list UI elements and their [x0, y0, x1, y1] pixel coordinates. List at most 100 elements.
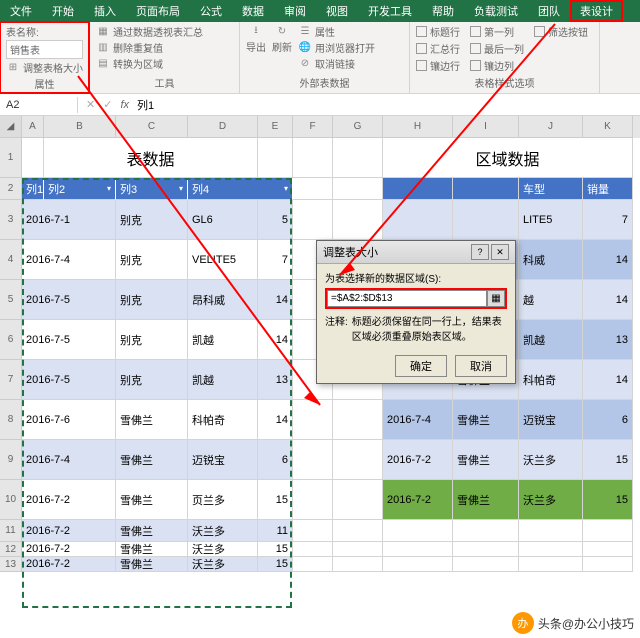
cell[interactable]: 凯越: [519, 320, 583, 360]
tab-review[interactable]: 审阅: [274, 0, 316, 22]
cell[interactable]: [333, 178, 383, 200]
cell[interactable]: [293, 520, 333, 542]
cell[interactable]: [383, 542, 453, 557]
cell[interactable]: 沃兰多: [188, 557, 258, 572]
cell[interactable]: [333, 542, 383, 557]
tab-home[interactable]: 开始: [42, 0, 84, 22]
cell[interactable]: 雪佛兰: [116, 542, 188, 557]
cell[interactable]: 15: [258, 557, 293, 572]
cell[interactable]: [293, 400, 333, 440]
close-icon[interactable]: ✕: [491, 244, 509, 260]
cell[interactable]: [293, 557, 333, 572]
cell[interactable]: 11: [258, 520, 293, 542]
help-icon[interactable]: ?: [471, 244, 489, 260]
cell[interactable]: [333, 520, 383, 542]
cell[interactable]: 2016-7-2: [22, 557, 116, 572]
open-browser[interactable]: 🌐用浏览器打开: [298, 40, 375, 55]
cell[interactable]: [293, 542, 333, 557]
cell[interactable]: [22, 138, 44, 178]
cell[interactable]: [293, 200, 333, 240]
cell[interactable]: 越: [519, 280, 583, 320]
cell[interactable]: 2016-7-2: [383, 440, 453, 480]
tab-help[interactable]: 帮助: [422, 0, 464, 22]
cell[interactable]: 15: [583, 440, 633, 480]
cell[interactable]: 14: [258, 280, 293, 320]
tab-view[interactable]: 视图: [316, 0, 358, 22]
row-header[interactable]: 3: [0, 200, 21, 240]
col-header[interactable]: A: [22, 116, 44, 138]
cell[interactable]: 别克: [116, 320, 188, 360]
formula-value[interactable]: 列1: [137, 97, 154, 113]
col-header[interactable]: K: [583, 116, 633, 138]
tab-loadtest[interactable]: 负载测试: [464, 0, 528, 22]
tab-formulas[interactable]: 公式: [190, 0, 232, 22]
cell[interactable]: 雪佛兰: [453, 480, 519, 520]
row-header[interactable]: 5: [0, 280, 21, 320]
cell[interactable]: [383, 520, 453, 542]
cell[interactable]: 2016-7-2: [22, 520, 116, 542]
cell[interactable]: [258, 138, 293, 178]
cancel-button[interactable]: 取消: [455, 355, 507, 377]
col-header[interactable]: D: [188, 116, 258, 138]
cell[interactable]: 别克: [116, 280, 188, 320]
cell[interactable]: 6: [258, 440, 293, 480]
row-header[interactable]: 10: [0, 480, 21, 520]
name-box[interactable]: A2: [0, 97, 78, 113]
dialog-titlebar[interactable]: 调整表大小 ? ✕: [317, 241, 515, 264]
cell[interactable]: [453, 557, 519, 572]
cell[interactable]: 7: [258, 240, 293, 280]
range-picker-icon[interactable]: ▦: [487, 290, 505, 307]
refresh-button[interactable]: ↻刷新: [272, 24, 292, 54]
cell[interactable]: 别克: [116, 200, 188, 240]
cell[interactable]: [583, 542, 633, 557]
tab-team[interactable]: 团队: [528, 0, 570, 22]
cell[interactable]: 14: [583, 280, 633, 320]
convert-range-button[interactable]: ▤转换为区域: [96, 56, 233, 71]
unlink[interactable]: ⊘取消链接: [298, 56, 375, 71]
cell[interactable]: [333, 200, 383, 240]
cell[interactable]: [293, 480, 333, 520]
tab-dev[interactable]: 开发工具: [358, 0, 422, 22]
cell[interactable]: [333, 440, 383, 480]
enter-icon[interactable]: ✓: [103, 98, 112, 111]
table-header[interactable]: 列2▾: [44, 178, 116, 200]
row-header[interactable]: 9: [0, 440, 21, 480]
table-header[interactable]: 列1▾: [22, 178, 44, 200]
cell[interactable]: 沃兰多: [188, 542, 258, 557]
cell[interactable]: 沃兰多: [519, 480, 583, 520]
cell[interactable]: [453, 542, 519, 557]
row-header[interactable]: 4: [0, 240, 21, 280]
cell[interactable]: 2016-7-2: [383, 480, 453, 520]
cell[interactable]: 2016-7-4: [383, 400, 453, 440]
cell[interactable]: [293, 440, 333, 480]
remove-dup-button[interactable]: ▥删除重复值: [96, 40, 233, 55]
cell[interactable]: 7: [583, 200, 633, 240]
cell[interactable]: 2016-7-6: [22, 400, 116, 440]
cell[interactable]: 凯越: [188, 320, 258, 360]
cell[interactable]: VELITE5: [188, 240, 258, 280]
cell[interactable]: [333, 138, 383, 178]
cell[interactable]: 2016-7-2: [22, 480, 116, 520]
col-header[interactable]: C: [116, 116, 188, 138]
cell[interactable]: 2016-7-4: [22, 240, 116, 280]
cell[interactable]: [333, 557, 383, 572]
cell[interactable]: 科威: [519, 240, 583, 280]
cell[interactable]: 雪佛兰: [453, 440, 519, 480]
table-header[interactable]: 列4▾: [188, 178, 293, 200]
col-header[interactable]: G: [333, 116, 383, 138]
cell[interactable]: 雪佛兰: [116, 440, 188, 480]
export-button[interactable]: ⭳导出: [246, 24, 266, 54]
cell[interactable]: 沃兰多: [188, 520, 258, 542]
chk-filter[interactable]: 筛选按钮: [534, 24, 588, 39]
table-name-input[interactable]: 销售表: [6, 40, 83, 59]
col-header[interactable]: H: [383, 116, 453, 138]
range-input[interactable]: [327, 290, 487, 307]
cell[interactable]: 14: [258, 400, 293, 440]
col-header[interactable]: I: [453, 116, 519, 138]
cell[interactable]: 别克: [116, 360, 188, 400]
row-header[interactable]: 13: [0, 557, 21, 572]
cell[interactable]: 2016-7-5: [22, 280, 116, 320]
ext-prop[interactable]: ☰属性: [298, 24, 375, 39]
cell[interactable]: 13: [258, 360, 293, 400]
cell[interactable]: [519, 520, 583, 542]
